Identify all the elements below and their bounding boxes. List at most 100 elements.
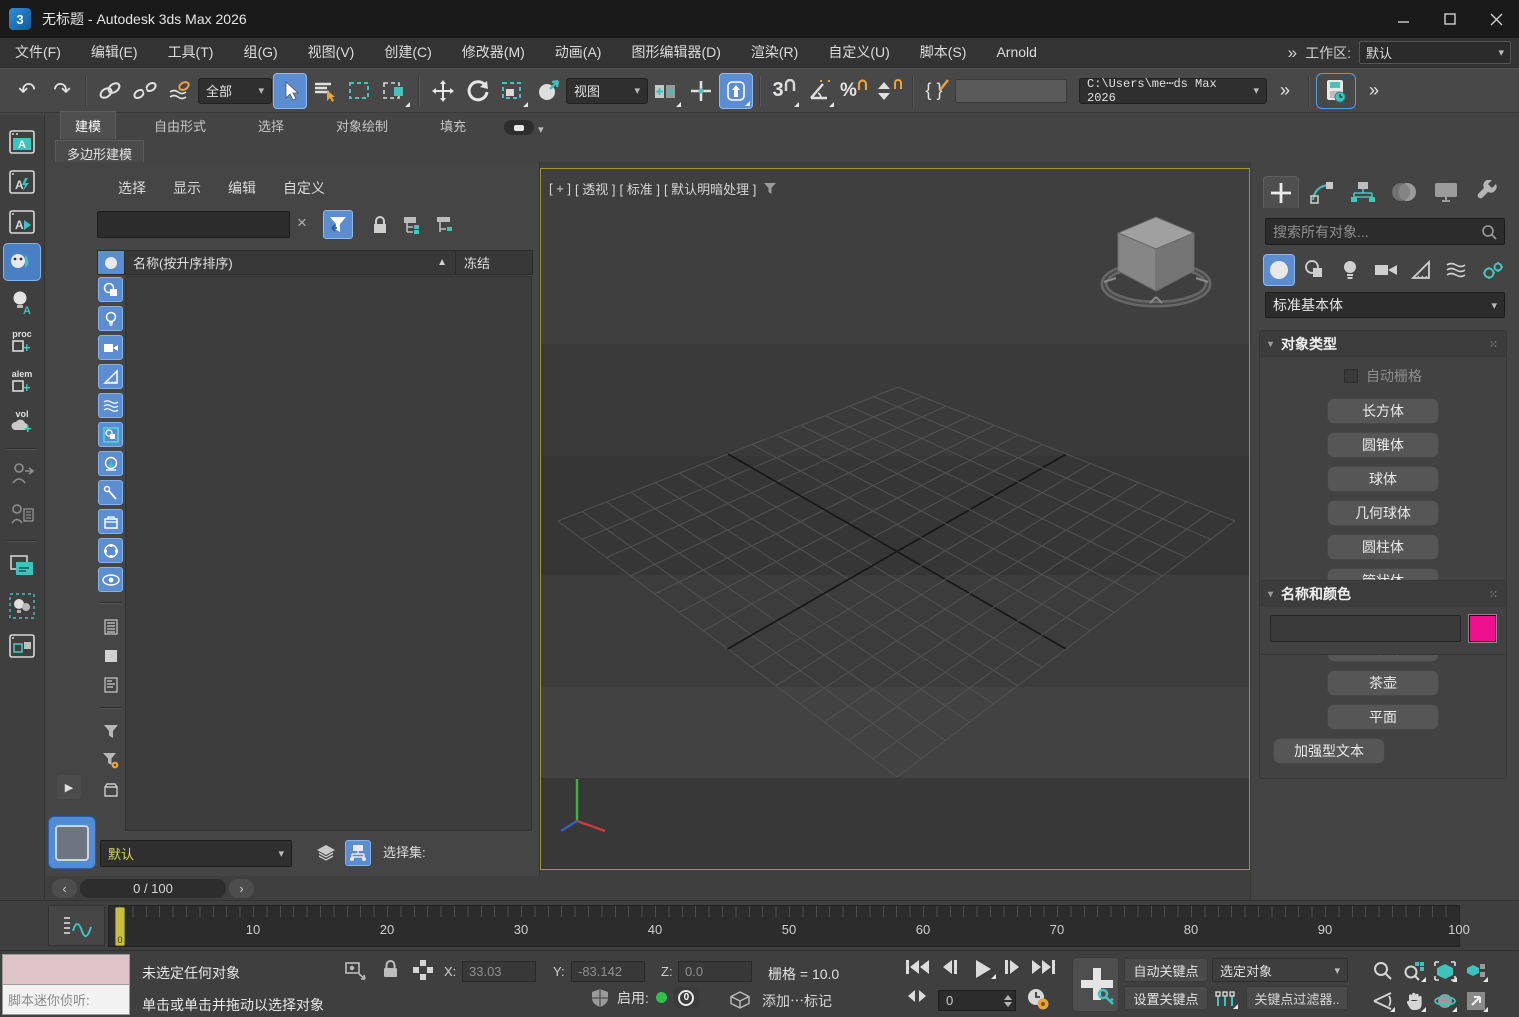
next-frame-icon[interactable]: › — [229, 879, 254, 898]
display-groups-toggle-icon[interactable] — [98, 422, 123, 447]
absolute-mode-transform-icon[interactable] — [412, 959, 434, 981]
menu-graph-editors[interactable]: 图形编辑器(D) — [616, 38, 735, 67]
explorer-menu-select[interactable]: 选择 — [118, 178, 146, 198]
viewport-general-menu[interactable]: [ + ] — [549, 181, 571, 196]
layer-explorer-icon[interactable] — [313, 840, 339, 866]
named-selection-sets-icon[interactable]: { } — [920, 73, 954, 109]
key-filters-button[interactable]: 关键点过滤器.. — [1246, 986, 1348, 1010]
select-and-place-button[interactable] — [531, 73, 565, 109]
box-button[interactable]: 长方体 — [1327, 398, 1439, 424]
geosphere-button[interactable]: 几何球体 — [1327, 500, 1439, 526]
textplus-button[interactable]: 加强型文本 — [1273, 738, 1385, 764]
sphere-button[interactable]: 球体 — [1327, 466, 1439, 492]
go-to-end-button[interactable] — [1031, 959, 1057, 975]
menu-overflow-icon[interactable]: » — [1288, 43, 1297, 63]
menu-create[interactable]: 创建(C) — [369, 38, 446, 67]
display-lights-toggle-icon[interactable] — [98, 306, 123, 331]
snaps-toggle[interactable]: 3 — [767, 73, 801, 109]
subcategory-dropdown[interactable]: 标准基本体 ▾ — [1265, 292, 1505, 318]
panel-expand-icon[interactable]: ▶ — [57, 775, 81, 799]
time-slider[interactable]: 0 / 100 — [80, 879, 226, 898]
prev-frame-icon[interactable]: ‹ — [52, 879, 77, 898]
toolbar-overflow2-icon[interactable]: » — [1357, 73, 1391, 109]
menu-group[interactable]: 组(G) — [228, 38, 292, 67]
motion-tab[interactable] — [1387, 176, 1423, 208]
play-button[interactable] — [968, 957, 998, 981]
explorer-object-list[interactable] — [125, 276, 532, 831]
arnold-flash-window-icon[interactable]: A — [3, 163, 41, 201]
arnold-shapes-window-icon[interactable] — [3, 627, 41, 665]
arnold-procedural-icon[interactable]: proc+ — [3, 323, 41, 361]
workspace-select[interactable]: 默认 ▾ — [1359, 41, 1511, 64]
plane-button[interactable]: 平面 — [1327, 704, 1439, 730]
next-frame-button[interactable] — [1003, 959, 1023, 975]
orbit-icon[interactable] — [1430, 987, 1459, 1014]
cylinder-button[interactable]: 圆柱体 — [1327, 534, 1439, 560]
explorer-search-input[interactable] — [97, 211, 290, 238]
marker-cube-icon[interactable] — [730, 991, 750, 1009]
menu-rendering[interactable]: 渲染(R) — [736, 38, 813, 67]
explorer-menu-customize[interactable]: 自定义 — [283, 178, 325, 198]
collapse-all-icon[interactable] — [98, 643, 123, 668]
object-type-rollout-header[interactable]: ▾ 对象类型 ⁙ — [1260, 331, 1506, 357]
column-frozen[interactable]: 冻结 — [455, 251, 532, 274]
time-slider-marker[interactable]: 0 — [115, 907, 125, 946]
set-keys-button[interactable] — [1072, 957, 1119, 1012]
ribbon-minimize-icon[interactable] — [504, 120, 534, 135]
minimize-button[interactable] — [1381, 0, 1427, 38]
use-pivot-point-button[interactable] — [649, 73, 683, 109]
explorer-dock-button[interactable] — [48, 816, 96, 869]
ribbon-tab-object-paint[interactable]: 对象绘制 — [322, 112, 402, 139]
systems-category-icon[interactable] — [1477, 254, 1509, 286]
teapot-button[interactable]: 茶壶 — [1327, 670, 1439, 696]
filter-settings-icon[interactable] — [98, 748, 123, 773]
ribbon-tab-freeform[interactable]: 自由形式 — [140, 112, 220, 139]
ribbon-tab-selection[interactable]: 选择 — [244, 112, 298, 139]
shield-icon[interactable] — [590, 988, 610, 1008]
maximize-viewport-icon[interactable] — [1461, 987, 1490, 1014]
key-target-dropdown[interactable]: 选定对象 ▾ — [1212, 958, 1348, 982]
arnold-folders-icon[interactable] — [3, 547, 41, 585]
select-object-button[interactable] — [273, 73, 307, 109]
z-coordinate-field[interactable]: 0.0 — [678, 961, 752, 982]
viewport-shading-menu[interactable]: [ 默认明暗处理 ] — [664, 179, 756, 198]
zoom-extents-icon[interactable] — [1430, 957, 1459, 984]
arnold-character-list-icon[interactable] — [3, 495, 41, 533]
menu-scripting[interactable]: 脚本(S) — [905, 38, 982, 67]
arnold-character-export-icon[interactable] — [3, 455, 41, 493]
spinner-snap-toggle[interactable] — [872, 73, 906, 109]
object-color-swatch[interactable] — [1469, 615, 1496, 642]
zoom-all-icon[interactable] — [1399, 957, 1428, 984]
listener-macro-pane[interactable] — [3, 955, 129, 985]
menu-file[interactable]: 文件(F) — [0, 38, 76, 67]
x-coordinate-field[interactable]: 33.03 — [462, 961, 536, 982]
display-xrefs-toggle-icon[interactable] — [98, 451, 123, 476]
hierarchy-explorer-icon[interactable] — [345, 840, 371, 866]
arnold-renderview-window-icon[interactable]: A — [3, 123, 41, 161]
modify-tab[interactable] — [1304, 176, 1340, 208]
display-shapes-toggle-icon[interactable] — [98, 277, 123, 302]
explorer-flat-view-icon[interactable] — [429, 210, 459, 239]
menu-customize[interactable]: 自定义(U) — [813, 38, 904, 67]
app-icon[interactable]: 3 — [9, 8, 31, 30]
bind-spacewarp-icon[interactable] — [163, 73, 197, 109]
close-button[interactable] — [1473, 0, 1519, 38]
current-frame-field[interactable]: 0 — [938, 990, 1016, 1011]
selection-set-basket-icon[interactable] — [98, 777, 123, 802]
field-of-view-icon[interactable] — [1368, 987, 1397, 1014]
arnold-volume-icon[interactable]: vol+ — [3, 403, 41, 441]
ribbon-tab-populate[interactable]: 填充 — [426, 112, 480, 139]
undo-icon[interactable]: ↶ — [10, 73, 44, 109]
viewport-perspective[interactable]: [ + ] [ 透视 ] [ 标准 ] [ 默认明暗处理 ] — [540, 168, 1250, 870]
maxscript-mini-listener[interactable]: 脚本迷你侦听: — [2, 954, 130, 1015]
arnold-play-window-icon[interactable]: A — [3, 203, 41, 241]
display-containers-toggle-icon[interactable] — [98, 509, 123, 534]
isolate-selection-icon[interactable] — [344, 960, 368, 982]
key-mode-toggle[interactable] — [906, 989, 928, 1003]
column-visibility-icon[interactable] — [98, 251, 125, 274]
select-and-scale-button[interactable] — [496, 73, 530, 109]
name-color-rollout-header[interactable]: ▾ 名称和颜色 ⁙ — [1260, 581, 1506, 607]
spacewarps-category-icon[interactable] — [1442, 254, 1474, 286]
column-name[interactable]: 名称(按升序排序) ▲ — [125, 251, 455, 274]
viewport-pov-menu[interactable]: [ 透视 ] — [575, 179, 615, 198]
